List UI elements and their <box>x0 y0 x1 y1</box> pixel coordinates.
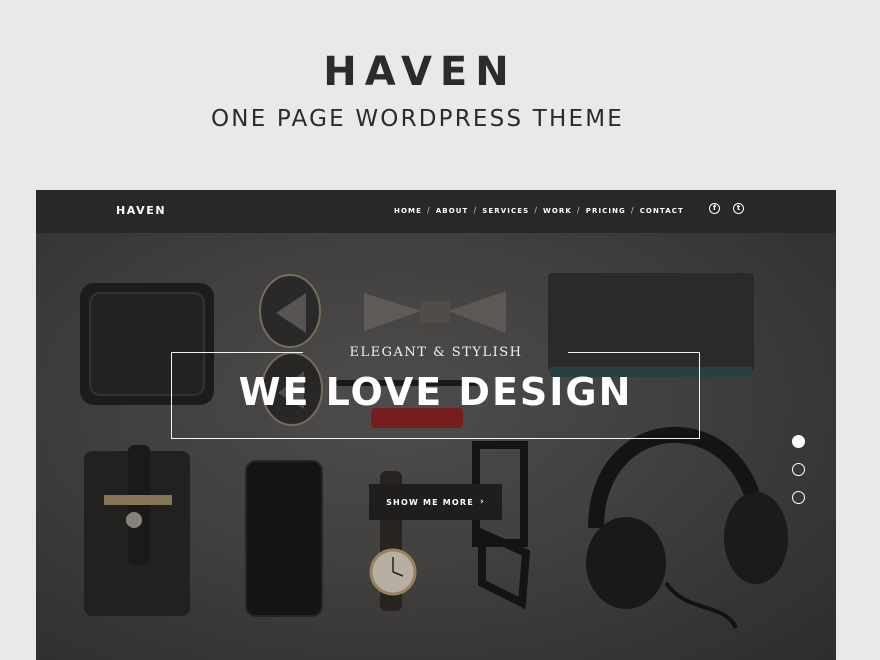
promo-subtitle: ONE PAGE WORDPRESS THEME <box>210 106 625 132</box>
show-me-more-button[interactable]: SHOW ME MORE › <box>369 484 502 520</box>
hero-tagline: ELEGANT & STYLISH <box>349 345 523 360</box>
nav-item-about[interactable]: ABOUT <box>436 207 469 215</box>
hero-overlay <box>36 233 836 660</box>
nav-item-work[interactable]: WORK <box>543 207 572 215</box>
nav-separator: / <box>426 206 431 215</box>
show-me-more-label: SHOW ME MORE <box>386 497 474 507</box>
promo-title: HAVEN <box>323 49 517 95</box>
site-navbar: HAVEN HOME / ABOUT / SERVICES / WORK / P… <box>36 190 836 233</box>
hero-headline: WE LOVE DESIGN <box>238 370 633 414</box>
twitter-icon[interactable]: t <box>733 203 744 214</box>
nav-separator: / <box>534 206 539 215</box>
nav-item-services[interactable]: SERVICES <box>482 207 529 215</box>
slide-dot-3[interactable] <box>792 491 805 504</box>
site-logo[interactable]: HAVEN <box>116 204 166 217</box>
main-menu: HOME / ABOUT / SERVICES / WORK / PRICING… <box>394 206 684 215</box>
facebook-icon[interactable]: f <box>709 203 720 214</box>
theme-preview: HAVEN HOME / ABOUT / SERVICES / WORK / P… <box>36 190 836 660</box>
page: HAVEN ONE PAGE WORDPRESS THEME HAVEN HOM… <box>0 0 880 660</box>
chevron-right-icon: › <box>479 497 485 507</box>
slide-dot-1[interactable] <box>792 435 805 448</box>
slide-dot-2[interactable] <box>792 463 805 476</box>
nav-separator: / <box>576 206 581 215</box>
hero-section: ELEGANT & STYLISH WE LOVE DESIGN SHOW ME… <box>36 233 836 660</box>
headline-frame-top-right <box>568 352 700 353</box>
nav-separator: / <box>473 206 478 215</box>
nav-item-pricing[interactable]: PRICING <box>586 207 626 215</box>
nav-item-home[interactable]: HOME <box>394 207 422 215</box>
headline-frame-top-left <box>171 352 303 353</box>
nav-separator: / <box>630 206 635 215</box>
nav-item-contact[interactable]: CONTACT <box>640 207 684 215</box>
